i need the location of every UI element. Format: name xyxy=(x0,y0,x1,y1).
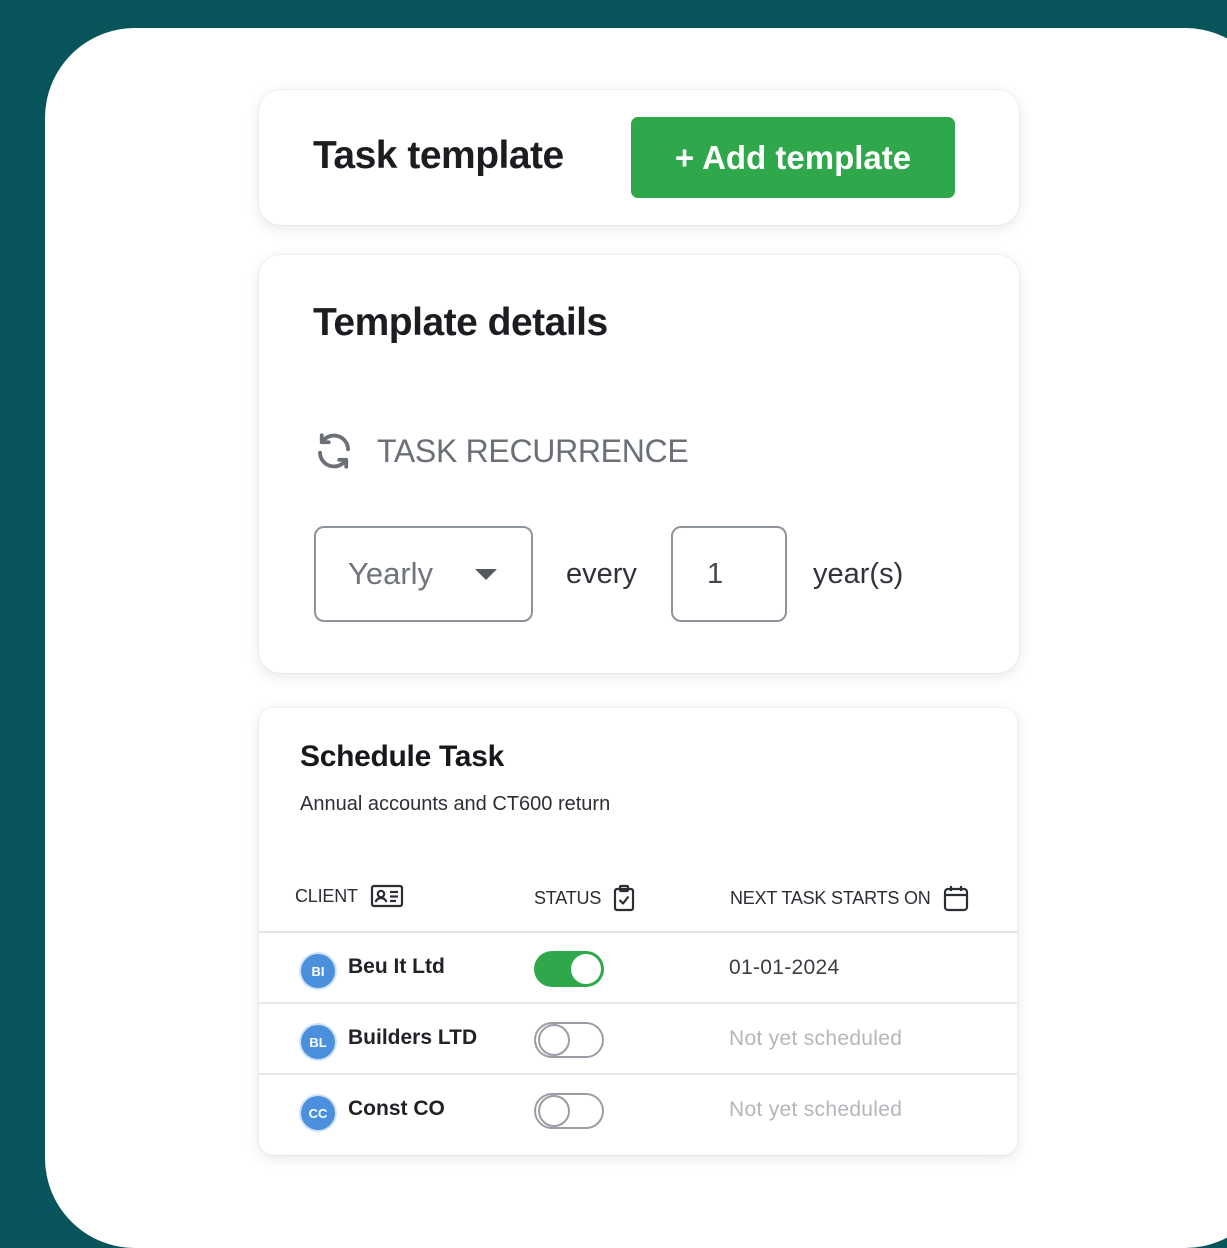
next-task-date: Not yet scheduled xyxy=(729,1098,903,1121)
schedule-task-subtitle: Annual accounts and CT600 return xyxy=(300,793,611,815)
client-column-label: CLIENT xyxy=(295,885,358,906)
chevron-down-icon xyxy=(475,568,497,580)
next-task-date: Not yet scheduled xyxy=(729,1027,903,1050)
schedule-task-title: Schedule Task xyxy=(300,740,504,773)
task-template-card: Task template + Add template xyxy=(259,90,1019,225)
clipboard-check-icon xyxy=(614,884,635,912)
toggle-knob xyxy=(538,1095,570,1127)
avatar: CC xyxy=(301,1096,335,1130)
avatar: BI xyxy=(301,954,335,988)
client-name: Beu It Ltd xyxy=(348,955,445,978)
client-name: Builders LTD xyxy=(348,1026,478,1049)
avatar: BL xyxy=(301,1025,335,1059)
interval-input[interactable]: 1 xyxy=(671,526,787,622)
status-toggle[interactable] xyxy=(534,1093,604,1129)
toggle-knob xyxy=(571,954,601,984)
refresh-icon xyxy=(318,433,350,469)
schedule-task-card: Schedule Task Annual accounts and CT600 … xyxy=(259,708,1017,1155)
next-task-date: 01-01-2024 xyxy=(729,956,840,979)
client-name: Const CO xyxy=(348,1097,445,1120)
column-header-next-task: NEXT TASK STARTS ON xyxy=(730,884,969,912)
template-details-card: Template details TASK RECURRENCE Yearly … xyxy=(259,255,1019,673)
every-label: every xyxy=(566,558,637,590)
status-column-label: STATUS xyxy=(534,887,602,908)
template-details-title: Template details xyxy=(313,301,608,344)
column-header-client: CLIENT xyxy=(295,884,404,908)
next-task-column-label: NEXT TASK STARTS ON xyxy=(730,887,931,908)
status-toggle[interactable] xyxy=(534,1022,604,1058)
add-template-button[interactable]: + Add template xyxy=(631,117,955,198)
frequency-select[interactable]: Yearly xyxy=(314,526,533,622)
id-card-icon xyxy=(370,884,403,908)
status-toggle[interactable] xyxy=(534,951,604,987)
calendar-icon xyxy=(943,886,968,912)
task-template-title: Task template xyxy=(313,134,564,177)
toggle-knob xyxy=(538,1024,570,1056)
table-row[interactable]: CC Const CO Not yet scheduled xyxy=(259,1075,1017,1146)
column-header-status: STATUS xyxy=(534,884,635,912)
table-row[interactable]: BL Builders LTD Not yet scheduled xyxy=(259,1004,1017,1075)
frequency-select-value: Yearly xyxy=(348,556,434,591)
task-recurrence-header: TASK RECURRENCE xyxy=(313,430,689,472)
unit-label: year(s) xyxy=(813,558,904,590)
table-row[interactable]: BI Beu It Ltd 01-01-2024 xyxy=(259,933,1017,1004)
task-recurrence-label: TASK RECURRENCE xyxy=(377,432,689,469)
